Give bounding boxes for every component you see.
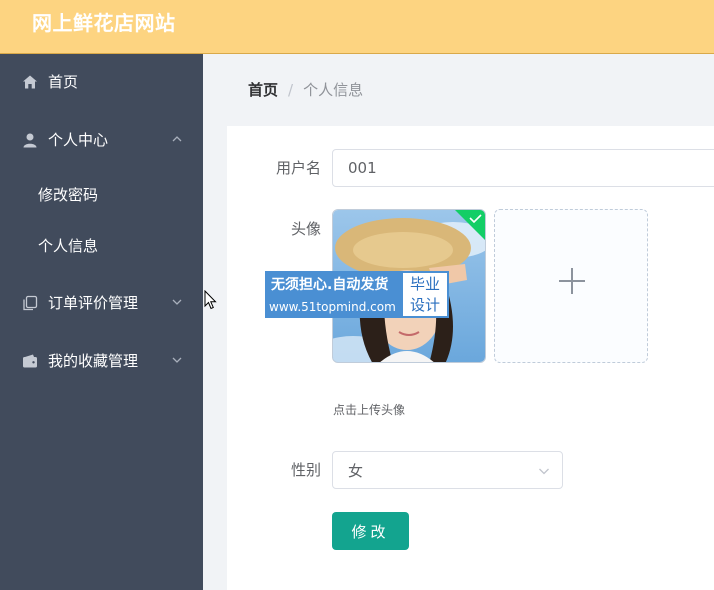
watermark-badge-text: 毕业 <box>409 275 440 293</box>
watermark-badge-text: 设计 <box>409 296 440 314</box>
sidebar-item-label: 个人中心 <box>48 131 109 149</box>
breadcrumb-separator: / <box>288 81 294 99</box>
chevron-down-icon <box>172 357 182 363</box>
sidebar: 首页 个人中心 修改密码 个人信息 订单评价管理 我的收藏管理 <box>0 54 203 590</box>
breadcrumb-home[interactable]: 首页 <box>248 81 278 99</box>
chevron-up-icon <box>172 136 182 142</box>
wallet-icon <box>23 354 37 368</box>
sidebar-item-personal-center[interactable]: 个人中心 <box>0 112 203 168</box>
avatar-upload-button[interactable] <box>494 209 648 363</box>
breadcrumb-current: 个人信息 <box>303 81 364 99</box>
sidebar-item-favorites[interactable]: 我的收藏管理 <box>0 333 203 389</box>
watermark-url: www.51topmind.com <box>269 300 396 314</box>
top-header: 网上鲜花店网站 <box>0 0 714 54</box>
gender-select[interactable]: 女 <box>332 451 563 489</box>
sidebar-subitem-label: 个人信息 <box>38 237 99 255</box>
avatar-label: 头像 <box>290 220 321 238</box>
sidebar-subitem-change-password[interactable]: 修改密码 <box>0 170 203 220</box>
username-label: 用户名 <box>275 159 321 177</box>
sidebar-subitem-label: 修改密码 <box>38 186 99 204</box>
sidebar-item-label: 订单评价管理 <box>48 294 139 312</box>
plus-icon <box>571 268 573 294</box>
copy-icon <box>23 295 38 311</box>
watermark-banner: 无须担心.自动发货 www.51topmind.com 毕业 设计 <box>265 271 449 318</box>
gender-select-value: 女 <box>348 462 364 480</box>
watermark-badge: 毕业 设计 <box>401 271 449 318</box>
home-icon <box>23 75 37 89</box>
upload-success-icon <box>455 210 485 240</box>
chevron-down-icon <box>539 468 549 475</box>
mouse-cursor-icon <box>204 290 217 310</box>
site-title: 网上鲜花店网站 <box>32 11 176 35</box>
gender-label: 性别 <box>290 461 321 479</box>
user-icon <box>23 133 37 148</box>
sidebar-subitem-personal-info[interactable]: 个人信息 <box>0 221 203 271</box>
chevron-down-icon <box>172 299 182 305</box>
sidebar-item-label: 首页 <box>48 73 79 91</box>
sidebar-item-label: 我的收藏管理 <box>48 352 139 370</box>
sidebar-item-order-review[interactable]: 订单评价管理 <box>0 275 203 331</box>
sidebar-item-home[interactable]: 首页 <box>0 54 203 110</box>
submit-button[interactable]: 修改 <box>332 512 409 550</box>
breadcrumb: 首页 / 个人信息 <box>248 80 363 100</box>
watermark-text: 无须担心.自动发货 <box>271 277 389 293</box>
username-input[interactable] <box>332 149 714 187</box>
upload-hint: 点击上传头像 <box>333 403 406 417</box>
